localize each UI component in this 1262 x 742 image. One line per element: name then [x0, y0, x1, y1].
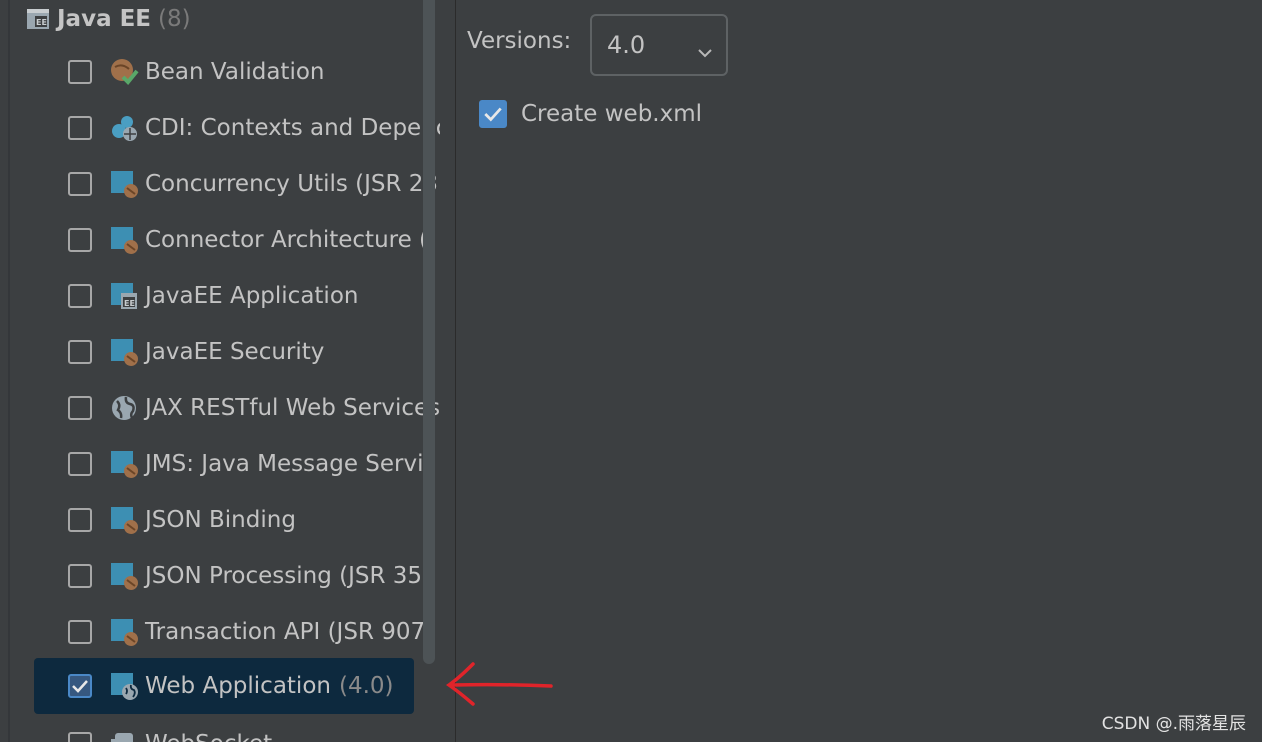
tree-item-json-processing[interactable]: JSON Processing (JSR 353: [34, 548, 437, 604]
versions-dropdown[interactable]: 4.0: [590, 14, 728, 76]
tree-item-label: Connector Architecture (J: [145, 227, 435, 253]
tree-item-label: CDI: Contexts and Depenc: [145, 115, 440, 141]
create-webxml-option[interactable]: Create web.xml: [479, 100, 702, 128]
checkbox-checked[interactable]: [68, 674, 92, 698]
module-icon: [109, 225, 139, 255]
cdi-icon: [109, 113, 139, 143]
tree-item-label: Concurrency Utils (JSR 23: [145, 171, 439, 197]
panel-edge: [8, 0, 10, 742]
tree-item-label: JSON Processing (JSR 353: [145, 563, 437, 589]
module-icon: [109, 505, 139, 535]
module-icon: [109, 169, 139, 199]
tree-item-label: JavaEE Security: [145, 339, 325, 365]
tree-item-jms[interactable]: JMS: Java Message Servic: [34, 436, 436, 492]
tree-item-label: JSON Binding: [145, 507, 296, 533]
versions-label: Versions:: [467, 28, 572, 54]
group-title: Java EE: [57, 6, 152, 32]
tree-item-label: Bean Validation: [145, 59, 325, 85]
watermark: CSDN @.雨落星辰: [1101, 714, 1246, 734]
checkmark-icon: [484, 107, 502, 122]
module-icon: [109, 337, 139, 367]
tree-item-cdi[interactable]: CDI: Contexts and Depenc: [34, 100, 440, 156]
tree-item-javaee-application[interactable]: EE JavaEE Application: [34, 268, 358, 324]
javaee-app-icon: EE: [109, 281, 139, 311]
checkbox[interactable]: [68, 340, 92, 364]
globe-icon: [109, 393, 139, 423]
module-icon: [109, 449, 139, 479]
tree-item-json-binding[interactable]: JSON Binding: [34, 492, 296, 548]
javaee-group-icon: EE: [26, 7, 50, 31]
tree-item-connector-architecture[interactable]: Connector Architecture (J: [34, 212, 435, 268]
tree-item-label: JavaEE Application: [145, 283, 359, 309]
svg-text:EE: EE: [124, 299, 135, 308]
tree-item-label: JAX RESTful Web Services: [145, 395, 440, 421]
checkbox[interactable]: [68, 396, 92, 420]
tree-scrollbar[interactable]: [423, 0, 435, 664]
module-icon: [109, 617, 139, 647]
annotation-arrow-icon: [445, 660, 557, 714]
checkbox[interactable]: [68, 60, 92, 84]
checkbox[interactable]: [68, 452, 92, 476]
tree-item-label: WebSocket: [145, 731, 272, 742]
svg-text:EE: EE: [36, 18, 47, 27]
tree-item-concurrency-utils[interactable]: Concurrency Utils (JSR 23: [34, 156, 438, 212]
checkbox[interactable]: [68, 172, 92, 196]
settings-panel: Versions: 4.0 Create web.xml: [457, 0, 1262, 742]
tree-item-websocket[interactable]: WebSocket: [34, 716, 272, 742]
checkbox[interactable]: [68, 116, 92, 140]
tree-item-web-application[interactable]: Web Application (4.0): [34, 658, 414, 714]
tree-item-label: Web Application: [145, 673, 331, 699]
bean-validation-icon: [109, 57, 139, 87]
tree-item-bean-validation[interactable]: Bean Validation: [34, 44, 325, 100]
module-icon: [109, 561, 139, 591]
checkbox[interactable]: [68, 228, 92, 252]
websocket-icon: [109, 729, 139, 742]
tree-item-jax-rs[interactable]: JAX RESTful Web Services: [34, 380, 440, 436]
web-app-icon: [109, 671, 139, 701]
group-header-javaee[interactable]: EE Java EE (8): [26, 2, 191, 36]
checkbox[interactable]: [68, 508, 92, 532]
versions-value: 4.0: [607, 31, 646, 59]
tree-item-transaction-api[interactable]: Transaction API (JSR 907): [34, 604, 434, 660]
checkbox[interactable]: [68, 732, 92, 742]
tree-item-label: Transaction API (JSR 907): [145, 619, 435, 645]
checkmark-icon: [72, 680, 88, 693]
framework-tree-panel: EE Java EE (8) Bean Validation CDI: Cont…: [0, 0, 440, 742]
checkbox[interactable]: [68, 564, 92, 588]
panel-splitter[interactable]: [440, 0, 456, 742]
tree-item-javaee-security[interactable]: JavaEE Security: [34, 324, 324, 380]
tree-item-label: JMS: Java Message Servic: [145, 451, 437, 477]
chevron-down-icon: [696, 38, 714, 66]
group-count: (8): [158, 6, 191, 32]
checkbox[interactable]: [68, 620, 92, 644]
checkbox[interactable]: [68, 284, 92, 308]
create-webxml-checkbox[interactable]: [479, 100, 507, 128]
create-webxml-label: Create web.xml: [521, 101, 703, 127]
tree-item-version: (4.0): [338, 673, 394, 699]
